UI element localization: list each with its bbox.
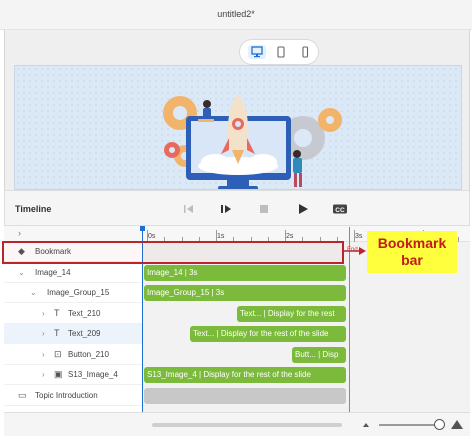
chevron-right-icon[interactable]: › [42,370,45,379]
bookmark-bar-callout: Bookmark bar [367,231,457,273]
ruler-tick-label: 3s [355,233,363,240]
button-icon: ⊡ [54,348,62,359]
playhead-handle[interactable] [140,226,145,231]
timeline-layer-row[interactable]: › ▣ S13_Image_4 [4,365,143,385]
window-title: untitled2* [217,9,255,19]
timeline-track-bar[interactable]: S13_Image_4 | Display for the rest of th… [144,367,346,383]
timeline-layer-name: Image_Group_15 [47,288,110,297]
timeline-track-bar[interactable]: Text... | Display for the rest of the sl… [190,326,346,342]
timeline-layer-list: ◆ Bookmark ⌄ Image_14 ⌄ Image_Group_15 › T Text_… [4,242,143,412]
ruler-tick-label: 1s [217,233,225,240]
timeline-title: Timeline [15,204,52,214]
ruler-tick-label: 2s [286,233,294,240]
previous-icon[interactable] [182,202,196,216]
timeline-layer-row[interactable]: › ⊡ Button_210 [4,345,143,365]
timeline-layer-row[interactable]: ⌄ Image_14 [4,263,143,283]
timeline-layer-name: Button_210 [68,349,109,359]
zoom-slider-track[interactable] [379,424,439,426]
image-icon: ▣ [54,369,63,379]
rocket-illustration [163,94,342,189]
play-pause-icon[interactable] [219,202,233,216]
chevron-right-icon[interactable]: › [42,329,45,338]
timeline-layer-name: S13_Image_4 [68,370,118,379]
timeline-footer [4,412,470,436]
timeline-track-bar[interactable]: Butt... | Disp [292,346,346,363]
timeline-track-bar[interactable]: Image_14 | 3s [144,264,346,281]
timeline-header: Timeline CC [4,190,470,226]
play-icon[interactable] [296,202,310,216]
phone-icon[interactable] [296,45,314,59]
timeline-layer-row[interactable]: ⌄ Image_Group_15 [4,283,143,303]
slide-icon: ▭ [18,389,27,400]
timeline-track-bar[interactable] [144,387,346,404]
bookmark-highlight-box [2,241,344,264]
device-preview-toggle [239,39,319,65]
chevron-right-icon[interactable]: › [42,350,45,359]
timeline-track-bar[interactable]: Text... | Display for the rest [237,305,346,322]
callout-arrow-icon [344,247,366,255]
zoom-slider-handle[interactable] [434,419,445,430]
timeline-layer-name: Text_210 [68,308,101,318]
slide-canvas[interactable] [14,65,462,190]
timeline-layer-name: Text_209 [68,329,101,338]
zoom-in-icon[interactable] [450,418,464,430]
zoom-out-icon[interactable] [362,420,372,428]
tablet-icon[interactable] [272,45,290,59]
desktop-icon[interactable] [248,45,266,59]
chevron-down-icon[interactable]: ⌄ [18,268,25,277]
timeline-track-bar[interactable]: Image_Group_15 | 3s [144,285,346,301]
timeline-layer-name: Image_14 [35,267,71,277]
chevron-right-icon[interactable]: › [18,228,21,238]
timeline-horizontal-scrollbar[interactable] [152,423,342,427]
timeline-layer-row[interactable]: › T Text_210 [4,304,143,324]
timeline-layer-row[interactable]: › T Text_209 [4,324,143,344]
closed-caption-icon[interactable]: CC [332,202,348,216]
timeline-layer-row[interactable]: ▭ Topic Introduction [4,386,143,406]
text-icon: T [54,307,60,318]
stage-area [4,30,470,190]
chevron-down-icon[interactable]: ⌄ [30,288,37,297]
timeline-layer-name: Topic Introduction [35,390,98,400]
window-titlebar: untitled2* [0,0,472,30]
text-icon: T [54,328,60,338]
cc-label: CC [335,207,345,214]
chevron-right-icon[interactable]: › [42,309,45,318]
ruler-tick-label: 0s [148,233,156,240]
stop-icon[interactable] [257,202,271,216]
